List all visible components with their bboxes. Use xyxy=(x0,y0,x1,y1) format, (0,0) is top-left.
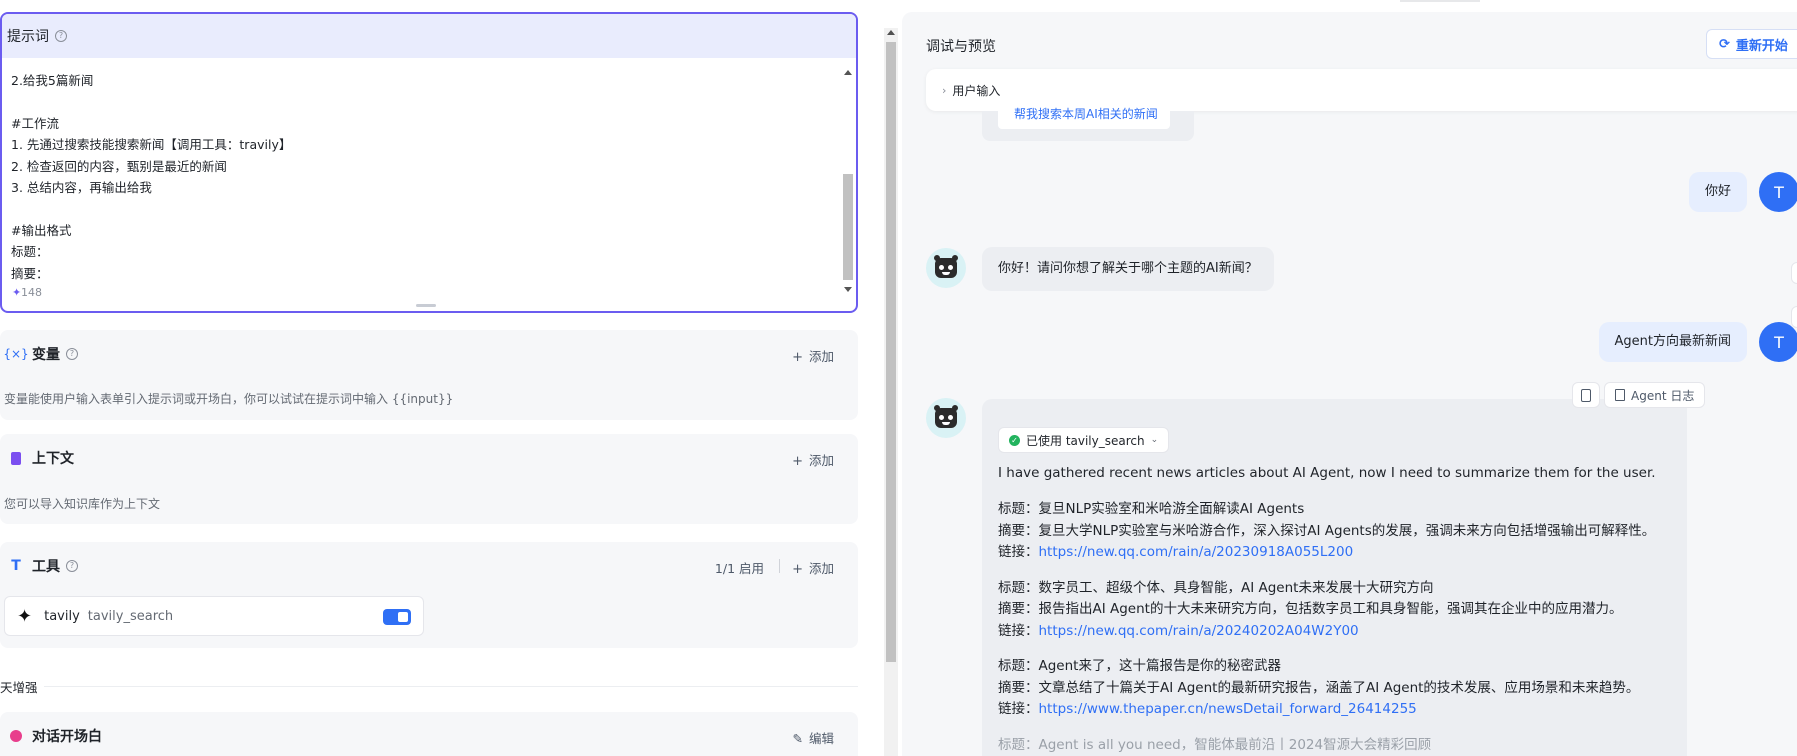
chevron-right-icon: › xyxy=(942,83,947,97)
user-bubble: 你好 xyxy=(1688,172,1747,212)
bot-bubble: 你好！请问你想了解关于哪个主题的AI新闻？ xyxy=(982,247,1274,291)
user-input-label: 用户输入 xyxy=(952,83,1001,98)
divider xyxy=(44,686,858,687)
enhance-group-label: 天增强 xyxy=(0,680,38,695)
news-item: 标题：Agent来了，这十篇报告是你的秘密武器 摘要：文章总结了十篇关于AI A… xyxy=(998,658,1640,717)
document-icon xyxy=(1615,389,1625,401)
tool-function: tavily_search xyxy=(87,608,174,624)
context-description: 您可以导入知识库作为上下文 xyxy=(4,497,161,511)
news-link[interactable]: https://new.qq.com/rain/a/20240202A04W2Y… xyxy=(1039,623,1359,639)
variable-icon: {×} xyxy=(3,347,29,361)
add-tool-button[interactable]: + 添加 xyxy=(792,558,834,577)
answer-intro: I have gathered recent news articles abo… xyxy=(998,465,1656,481)
add-variable-button[interactable]: + 添加 xyxy=(792,346,834,365)
user-message: Agent方向最新新闻 T xyxy=(1598,322,1797,362)
document-icon xyxy=(8,450,24,466)
divider xyxy=(779,559,780,573)
preview-title: 调试与预览 xyxy=(926,39,996,55)
scroll-thumb[interactable] xyxy=(886,42,896,662)
robot-icon xyxy=(934,255,958,278)
plus-icon: + xyxy=(792,350,803,365)
variables-section: {×} 变量 ? + 添加 变量能使用户输入表单引入提示词或开场白，你可以试试在提… xyxy=(0,330,858,420)
preview-panel: 调试与预览 ⟳ 重新开始 › 用户输入 帮我搜索本周AI相关的新闻 你好 T 你… xyxy=(902,12,1797,756)
clipboard-icon xyxy=(1581,388,1591,402)
pencil-icon: ✎ xyxy=(792,731,803,746)
opener-section: 对话开场白 ✎ 编辑 xyxy=(0,712,858,756)
tool-used-chip[interactable]: ✓ 已使用 tavily_search ⌄ xyxy=(998,427,1170,453)
chevron-down-icon: ⌄ xyxy=(1150,435,1159,445)
scroll-up-icon[interactable] xyxy=(844,70,852,75)
user-input-collapse[interactable]: › 用户输入 xyxy=(926,69,1797,111)
chat-bubble-icon xyxy=(8,728,24,744)
variables-description: 变量能使用户输入表单引入提示词或开场白，你可以试试在提示词中输入 {{input… xyxy=(4,392,454,406)
restart-button[interactable]: ⟳ 重新开始 xyxy=(1706,29,1797,59)
agent-log-button[interactable]: Agent 日志 xyxy=(1604,382,1706,408)
context-section: 上下文 + 添加 您可以导入知识库作为上下文 xyxy=(0,434,858,524)
resize-handle[interactable] xyxy=(416,304,436,307)
message-actions: Agent 日志 xyxy=(1572,382,1709,408)
bot-answer-bubble: ✓ 已使用 tavily_search ⌄ I have gathered re… xyxy=(982,399,1687,756)
prompt-scrollbar[interactable] xyxy=(842,70,854,292)
scroll-down-icon[interactable] xyxy=(844,287,852,292)
robot-icon xyxy=(934,405,958,428)
news-link[interactable]: https://www.thepaper.cn/newsDetail_forwa… xyxy=(1039,701,1417,717)
config-panel: 提示词 ? 2.给我5篇新闻 #工作流 1. 先通过搜索技能搜索新闻【调用工具：… xyxy=(0,0,860,756)
prompt-textarea[interactable]: 2.给我5篇新闻 #工作流 1. 先通过搜索技能搜索新闻【调用工具：travil… xyxy=(2,58,842,283)
char-count: 148 xyxy=(21,286,42,299)
edit-opener-button[interactable]: ✎ 编辑 xyxy=(793,728,835,747)
tavily-logo-icon: ✦ xyxy=(17,605,33,627)
scroll-thumb[interactable] xyxy=(843,174,853,280)
prompt-title: 提示词 xyxy=(7,29,49,45)
top-strip xyxy=(1400,0,1480,2)
tool-icon: T xyxy=(11,558,21,574)
tools-enabled-count: 1/1 启用 xyxy=(714,561,764,576)
copy-button[interactable] xyxy=(1572,382,1600,408)
user-bubble: Agent方向最新新闻 xyxy=(1598,322,1747,362)
news-item: 标题：数字员工、超级个体、具身智能，AI Agent未来发展十大研究方向 摘要：… xyxy=(998,579,1623,639)
suggestion-area: 帮我搜索本周AI相关的新闻 xyxy=(982,107,1194,141)
plus-icon: + xyxy=(792,454,803,469)
avatar: T xyxy=(1759,322,1797,362)
help-icon[interactable]: ? xyxy=(66,560,78,572)
sparkle-icon[interactable]: ✦ xyxy=(12,286,21,299)
context-title: 上下文 xyxy=(32,451,74,467)
edge-handle[interactable] xyxy=(1791,306,1797,328)
edge-handle[interactable] xyxy=(1791,262,1797,284)
add-context-button[interactable]: + 添加 xyxy=(792,450,834,469)
tools-title: 工具 xyxy=(32,559,60,575)
news-item: 标题：复旦NLP实验室和米哈游全面解读AI Agents 摘要：复旦大学NLP实… xyxy=(998,501,1656,560)
help-icon[interactable]: ? xyxy=(55,30,67,42)
prompt-card: 提示词 ? 2.给我5篇新闻 #工作流 1. 先通过搜索技能搜索新闻【调用工具：… xyxy=(0,12,858,313)
refresh-icon: ⟳ xyxy=(1719,36,1730,52)
tool-enable-toggle[interactable] xyxy=(383,609,411,625)
tool-item-tavily[interactable]: ✦ tavily tavily_search xyxy=(4,596,424,636)
news-item: 标题：Agent is all you need，智能体最前沿丨2024智源大会… xyxy=(998,736,1432,753)
plus-icon: + xyxy=(792,562,803,577)
tool-name: tavily xyxy=(44,608,80,624)
panel-scrollbar[interactable] xyxy=(884,28,898,756)
check-circle-icon: ✓ xyxy=(1009,434,1020,446)
user-message: 你好 T xyxy=(1688,172,1797,212)
bot-avatar xyxy=(926,398,966,438)
scroll-up-icon[interactable] xyxy=(887,30,895,35)
prompt-header: 提示词 ? xyxy=(2,14,856,58)
bot-avatar xyxy=(926,248,966,288)
variables-title: 变量 xyxy=(32,347,60,363)
tools-section: T 工具 ? 1/1 启用 + 添加 ✦ tavily tavily_search xyxy=(0,542,858,648)
news-link[interactable]: https://new.qq.com/rain/a/20230918A055L2… xyxy=(1039,544,1354,560)
opener-title: 对话开场白 xyxy=(32,729,102,745)
suggested-question[interactable]: 帮我搜索本周AI相关的新闻 xyxy=(998,107,1170,129)
help-icon[interactable]: ? xyxy=(66,348,78,360)
avatar: T xyxy=(1759,172,1797,212)
